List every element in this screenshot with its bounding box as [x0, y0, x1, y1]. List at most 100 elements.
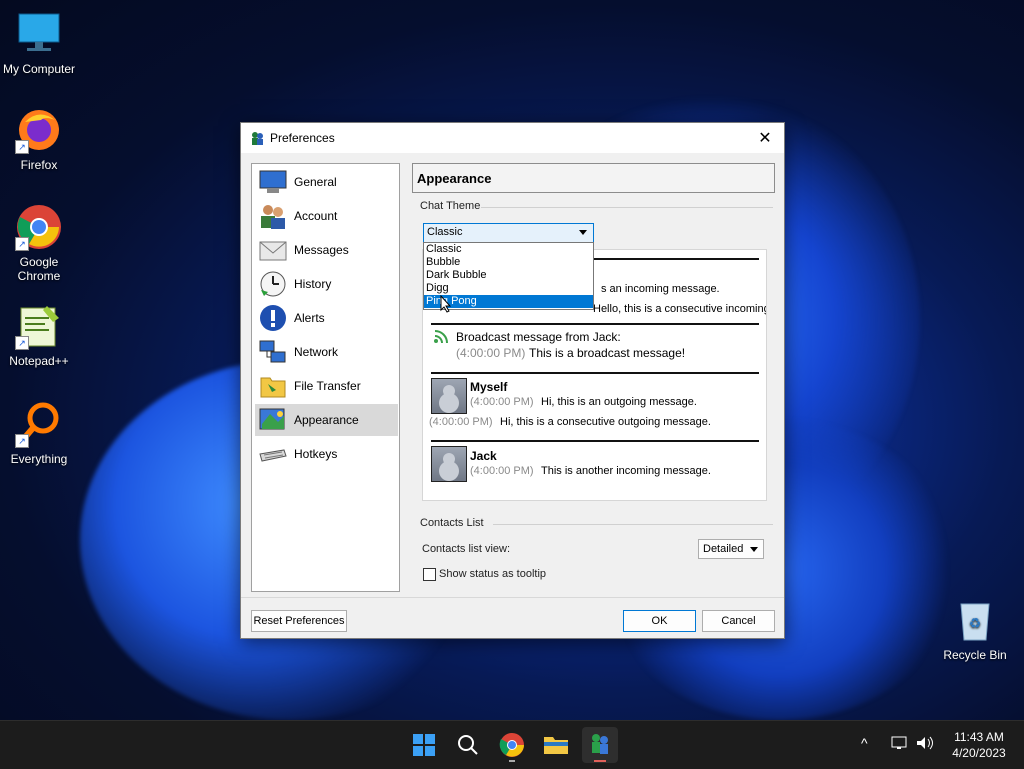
- envelope-icon: [258, 236, 288, 264]
- desktop-icon-notepadpp[interactable]: ↗ Notepad++: [1, 302, 77, 368]
- dropdown-option[interactable]: Dark Bubble: [424, 269, 593, 282]
- taskbar-chrome-icon[interactable]: [494, 727, 530, 763]
- nav-item-general[interactable]: General: [255, 166, 398, 198]
- taskbar-file-explorer-icon[interactable]: [538, 727, 574, 763]
- window-title: Preferences: [270, 131, 335, 145]
- app-icon: [250, 131, 264, 145]
- ok-button[interactable]: OK: [623, 610, 696, 632]
- everything-icon: ↗: [15, 400, 63, 448]
- network-icon[interactable]: [891, 735, 909, 754]
- chat-theme-label: Chat Theme: [420, 200, 481, 212]
- nav-item-label: Appearance: [294, 413, 359, 427]
- volume-icon[interactable]: [915, 735, 935, 754]
- nav-item-history[interactable]: History: [255, 268, 398, 300]
- svg-text:♻: ♻: [969, 615, 982, 631]
- desktop-icon-everything[interactable]: ↗ Everything: [1, 400, 77, 466]
- nav-item-label: Hotkeys: [294, 447, 338, 461]
- desktop-icon-label: My Computer: [2, 62, 76, 76]
- preview-divider: [431, 372, 759, 374]
- close-button[interactable]: ✕: [752, 127, 778, 149]
- network-icon: [258, 338, 288, 366]
- preview-divider: [431, 323, 759, 325]
- nav-item-account[interactable]: Account: [255, 200, 398, 232]
- rss-icon: [433, 330, 449, 347]
- dropdown-option[interactable]: Digg: [424, 282, 593, 295]
- reset-preferences-button[interactable]: Reset Preferences: [251, 610, 347, 632]
- nav-item-file-transfer[interactable]: File Transfer: [255, 370, 398, 402]
- desktop-icon-label: Notepad++: [9, 354, 69, 368]
- jack-name: Jack: [470, 449, 497, 463]
- desktop-icon-label: Firefox: [20, 158, 58, 172]
- chat-theme-select[interactable]: Classic: [423, 223, 594, 243]
- preview-incoming-tail: s an incoming message.: [601, 283, 720, 295]
- recycle-bin-icon: ♻: [951, 596, 999, 644]
- desktop-icon-chrome[interactable]: ↗ Google Chrome: [1, 203, 77, 283]
- show-status-tooltip-label: Show status as tooltip: [439, 568, 547, 580]
- self-time-2: (4:00:00 PM): [429, 416, 493, 428]
- broadcast-time: (4:00:00 PM): [456, 346, 526, 360]
- chevron-down-icon: [750, 547, 758, 552]
- avatar: [431, 446, 467, 482]
- preview-divider: [431, 440, 759, 442]
- panel-title-text: Appearance: [417, 171, 492, 186]
- avatar: [431, 378, 467, 414]
- group-divider: [481, 207, 773, 208]
- desktop-icon-label: Google Chrome: [17, 255, 61, 283]
- contacts-view-value: Detailed: [703, 543, 744, 555]
- clock-time: 11:43 AM: [954, 730, 1004, 744]
- jack-text: This is another incoming message.: [541, 465, 711, 477]
- nav-item-label: Alerts: [294, 311, 325, 325]
- taskbar: ^ 11:43 AM 4/20/2023: [0, 720, 1024, 769]
- nav-item-hotkeys[interactable]: Hotkeys: [255, 438, 398, 470]
- chat-theme-value: Classic: [427, 226, 463, 238]
- nav-item-label: Messages: [294, 243, 349, 257]
- nav-item-appearance[interactable]: Appearance: [255, 404, 398, 436]
- desktop-icon-label: Recycle Bin: [943, 648, 1007, 662]
- footer-divider: [241, 597, 784, 598]
- preferences-nav: General Account Messages History Alerts …: [251, 163, 400, 592]
- nav-item-alerts[interactable]: Alerts: [255, 302, 398, 334]
- panel-title: Appearance: [412, 163, 775, 193]
- preview-incoming-tail-2: Hello, this is a consecutive incoming me…: [593, 303, 767, 315]
- cancel-button[interactable]: Cancel: [702, 610, 775, 632]
- keyboard-icon: [258, 440, 288, 468]
- dropdown-option[interactable]: Bubble: [424, 256, 593, 269]
- nav-item-messages[interactable]: Messages: [255, 234, 398, 266]
- search-icon[interactable]: [450, 727, 486, 763]
- users-icon: [258, 202, 288, 230]
- desktop-icon-my-computer[interactable]: My Computer: [1, 10, 77, 76]
- desktop-icon-recycle-bin[interactable]: ♻ Recycle Bin: [937, 596, 1013, 662]
- tray-chevron-icon[interactable]: ^: [861, 735, 868, 751]
- monitor-icon: [258, 168, 288, 196]
- nav-item-label: Account: [294, 209, 338, 223]
- clock[interactable]: 11:43 AM 4/20/2023: [943, 729, 1015, 761]
- contacts-list-label: Contacts List: [420, 517, 484, 529]
- taskbar-chat-app-icon[interactable]: [582, 727, 618, 763]
- clock-date: 4/20/2023: [952, 746, 1006, 760]
- self-text: Hi, this is an outgoing message.: [541, 396, 697, 408]
- chrome-icon: ↗: [15, 203, 63, 251]
- self-name: Myself: [470, 380, 508, 394]
- nav-item-network[interactable]: Network: [255, 336, 398, 368]
- monitor-icon: [15, 10, 63, 58]
- appearance-icon: [258, 406, 288, 434]
- chevron-down-icon: [579, 230, 587, 235]
- nav-item-label: Network: [294, 345, 339, 359]
- show-status-tooltip-checkbox[interactable]: [423, 568, 436, 581]
- title-bar[interactable]: Preferences ✕: [241, 123, 784, 153]
- alert-icon: [258, 304, 288, 332]
- self-time: (4:00:00 PM): [470, 396, 534, 408]
- desktop-icon-label: Everything: [10, 452, 68, 466]
- start-button[interactable]: [406, 727, 442, 763]
- desktop-icon-firefox[interactable]: ↗ Firefox: [1, 106, 77, 172]
- group-divider: [493, 524, 773, 525]
- dropdown-option[interactable]: Classic: [424, 243, 593, 256]
- mouse-cursor-icon: [440, 294, 452, 316]
- nav-item-label: File Transfer: [294, 379, 361, 393]
- nav-item-label: General: [294, 175, 337, 189]
- contacts-view-select[interactable]: Detailed: [698, 539, 764, 559]
- jack-time: (4:00:00 PM): [470, 465, 534, 477]
- clock-icon: [258, 270, 288, 298]
- broadcast-header: Broadcast message from Jack:: [456, 330, 621, 344]
- self-text-2: Hi, this is a consecutive outgoing messa…: [500, 416, 711, 428]
